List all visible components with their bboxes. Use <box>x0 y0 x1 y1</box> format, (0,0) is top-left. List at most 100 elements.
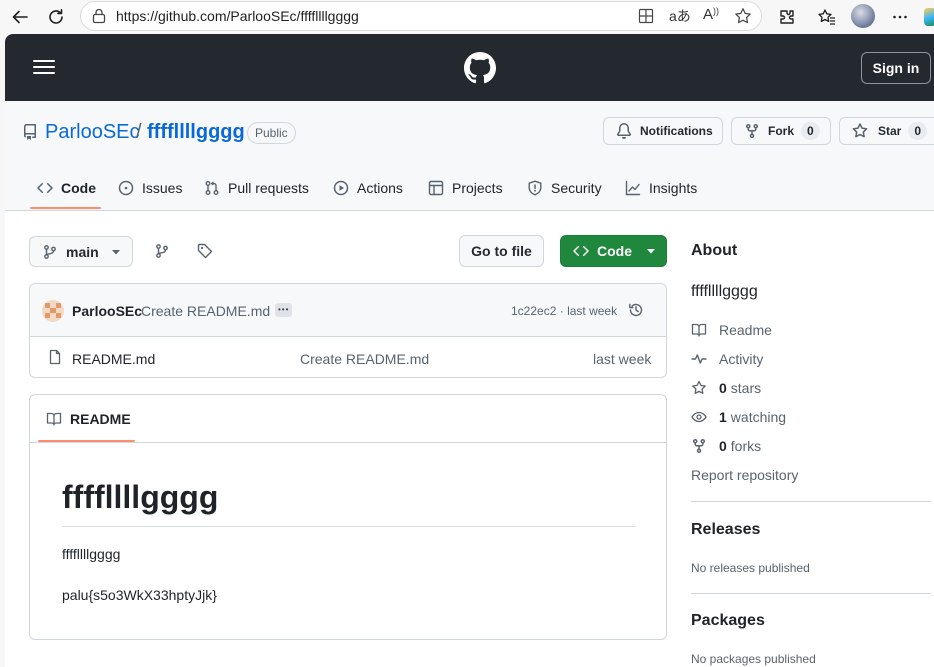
commit-author[interactable]: ParlooSEc <box>72 303 142 319</box>
heading-divider <box>62 526 636 527</box>
star-icon <box>852 123 868 138</box>
readme-link[interactable]: Readme <box>691 320 772 340</box>
code-dropdown-button[interactable]: Code <box>560 235 667 267</box>
file-row[interactable]: README.md Create README.md last week <box>30 338 666 377</box>
forks-link[interactable]: 0 forks <box>691 436 761 456</box>
code-icon <box>37 182 53 194</box>
tab-issues-label: Issues <box>142 180 183 196</box>
star-count: 0 <box>908 122 928 140</box>
file-icon <box>47 349 63 365</box>
latest-commit-row: ParlooSEc Create README.md ••• 1c22ec2 ·… <box>30 284 666 337</box>
report-repository-link[interactable]: Report repository <box>691 467 798 483</box>
sign-in-button[interactable]: Sign in <box>861 52 931 84</box>
site-info-icon[interactable] <box>91 8 107 24</box>
stars-link[interactable]: 0 stars <box>691 378 761 398</box>
table-icon <box>428 180 444 196</box>
repo-owner-link[interactable]: ParlooSEc <box>45 121 140 144</box>
packages-title[interactable]: Packages <box>691 612 765 630</box>
profile-avatar[interactable] <box>851 4 875 28</box>
url-path: /ParlooSEc/ffffllllgggg <box>226 8 359 24</box>
repo-icon <box>22 124 38 140</box>
author-avatar[interactable] <box>42 300 64 322</box>
history-icon[interactable] <box>628 302 644 318</box>
code-icon <box>573 245 589 257</box>
translate-icon[interactable]: aあ <box>669 6 691 26</box>
tab-projects[interactable]: Projects <box>428 174 503 202</box>
watching-label: watching <box>730 409 787 425</box>
repo-separator: / <box>136 121 142 143</box>
releases-title[interactable]: Releases <box>691 521 760 539</box>
tag-icon[interactable] <box>197 243 213 259</box>
visibility-badge: Public <box>247 122 296 144</box>
play-icon <box>333 180 349 196</box>
about-description: ffffllllgggg <box>691 283 758 300</box>
shield-icon <box>528 180 542 196</box>
tab-code-label: Code <box>61 180 96 196</box>
tab-actions[interactable]: Actions <box>333 174 403 202</box>
pulse-icon <box>691 354 707 364</box>
commit-time: last week <box>567 304 618 318</box>
readme-tab-underline <box>38 440 135 442</box>
eye-icon <box>691 411 707 423</box>
fork-count: 0 <box>801 122 820 140</box>
branch-select-button[interactable]: main <box>29 236 133 267</box>
tab-issues[interactable]: Issues <box>118 174 182 202</box>
github-logo-icon[interactable] <box>464 52 496 84</box>
favorites-icon[interactable] <box>815 5 839 29</box>
branch-icon <box>44 244 56 259</box>
fork-icon <box>693 439 705 454</box>
issue-icon <box>118 180 134 196</box>
star-icon <box>692 380 706 394</box>
selected-tab-underline <box>30 207 101 209</box>
code-button-label: Code <box>597 243 632 259</box>
commit-hash[interactable]: 1c22ec2 <box>511 304 556 318</box>
hamburger-menu-icon[interactable] <box>33 59 55 75</box>
more-icon[interactable] <box>888 5 912 29</box>
branches-icon[interactable] <box>154 243 170 259</box>
notifications-button[interactable]: Notifications <box>603 117 723 145</box>
file-commit-message[interactable]: Create README.md <box>300 351 429 367</box>
watchers-link[interactable]: 1 watching <box>691 407 786 427</box>
back-icon[interactable] <box>8 5 32 29</box>
fork-button[interactable]: Fork 0 <box>731 117 831 145</box>
favorite-icon[interactable] <box>734 7 752 25</box>
forks-count: 0 <box>719 438 727 454</box>
watching-count: 1 <box>719 409 727 425</box>
activity-link[interactable]: Activity <box>691 349 763 369</box>
tab-code[interactable]: Code <box>37 174 96 202</box>
fork-icon <box>746 124 758 139</box>
tab-insights-label: Insights <box>649 180 698 196</box>
url-host: https://github.com <box>116 8 227 24</box>
caret-down-icon <box>111 249 120 254</box>
app-available-icon[interactable] <box>638 8 654 24</box>
readme-paragraph: ffffllllgggg <box>62 546 121 562</box>
readme-tab[interactable]: README <box>46 411 131 427</box>
tab-actions-label: Actions <box>357 180 403 196</box>
tab-security[interactable]: Security <box>527 174 602 202</box>
releases-empty-text: No releases published <box>691 561 810 575</box>
repo-name-link[interactable]: ffffllllgggg <box>147 121 245 144</box>
tab-insights[interactable]: Insights <box>625 174 697 202</box>
address-bar[interactable]: https://github.com/ParlooSEc/ffffllllggg… <box>80 1 762 31</box>
read-aloud-glyph: A <box>703 6 714 23</box>
extensions-icon[interactable] <box>775 5 799 29</box>
sidebar-divider <box>691 501 931 502</box>
browser-toolbar: https://github.com/ParlooSEc/ffffllllggg… <box>0 0 934 34</box>
tab-pull-requests[interactable]: Pull requests <box>204 174 309 202</box>
commit-message[interactable]: Create README.md <box>141 303 270 319</box>
file-name[interactable]: README.md <box>72 351 155 367</box>
commit-details-toggle[interactable]: ••• <box>275 303 293 317</box>
refresh-icon[interactable] <box>44 5 68 29</box>
stars-label: stars <box>730 380 762 396</box>
go-to-file-button[interactable]: Go to file <box>459 235 544 267</box>
commit-dot: · <box>559 304 564 318</box>
book-icon <box>691 323 707 337</box>
packages-empty-text: No packages published <box>691 652 816 666</box>
readme-flag-text: palu{s5o3WkX33hptyJjk} <box>62 587 217 603</box>
notifications-label: Notifications <box>640 124 713 138</box>
readme-tab-label: README <box>70 411 131 427</box>
tab-security-label: Security <box>551 180 602 196</box>
read-aloud-icon[interactable]: A)) <box>703 6 719 23</box>
star-button[interactable]: Star 0 <box>839 117 934 145</box>
copilot-icon[interactable] <box>924 8 934 26</box>
